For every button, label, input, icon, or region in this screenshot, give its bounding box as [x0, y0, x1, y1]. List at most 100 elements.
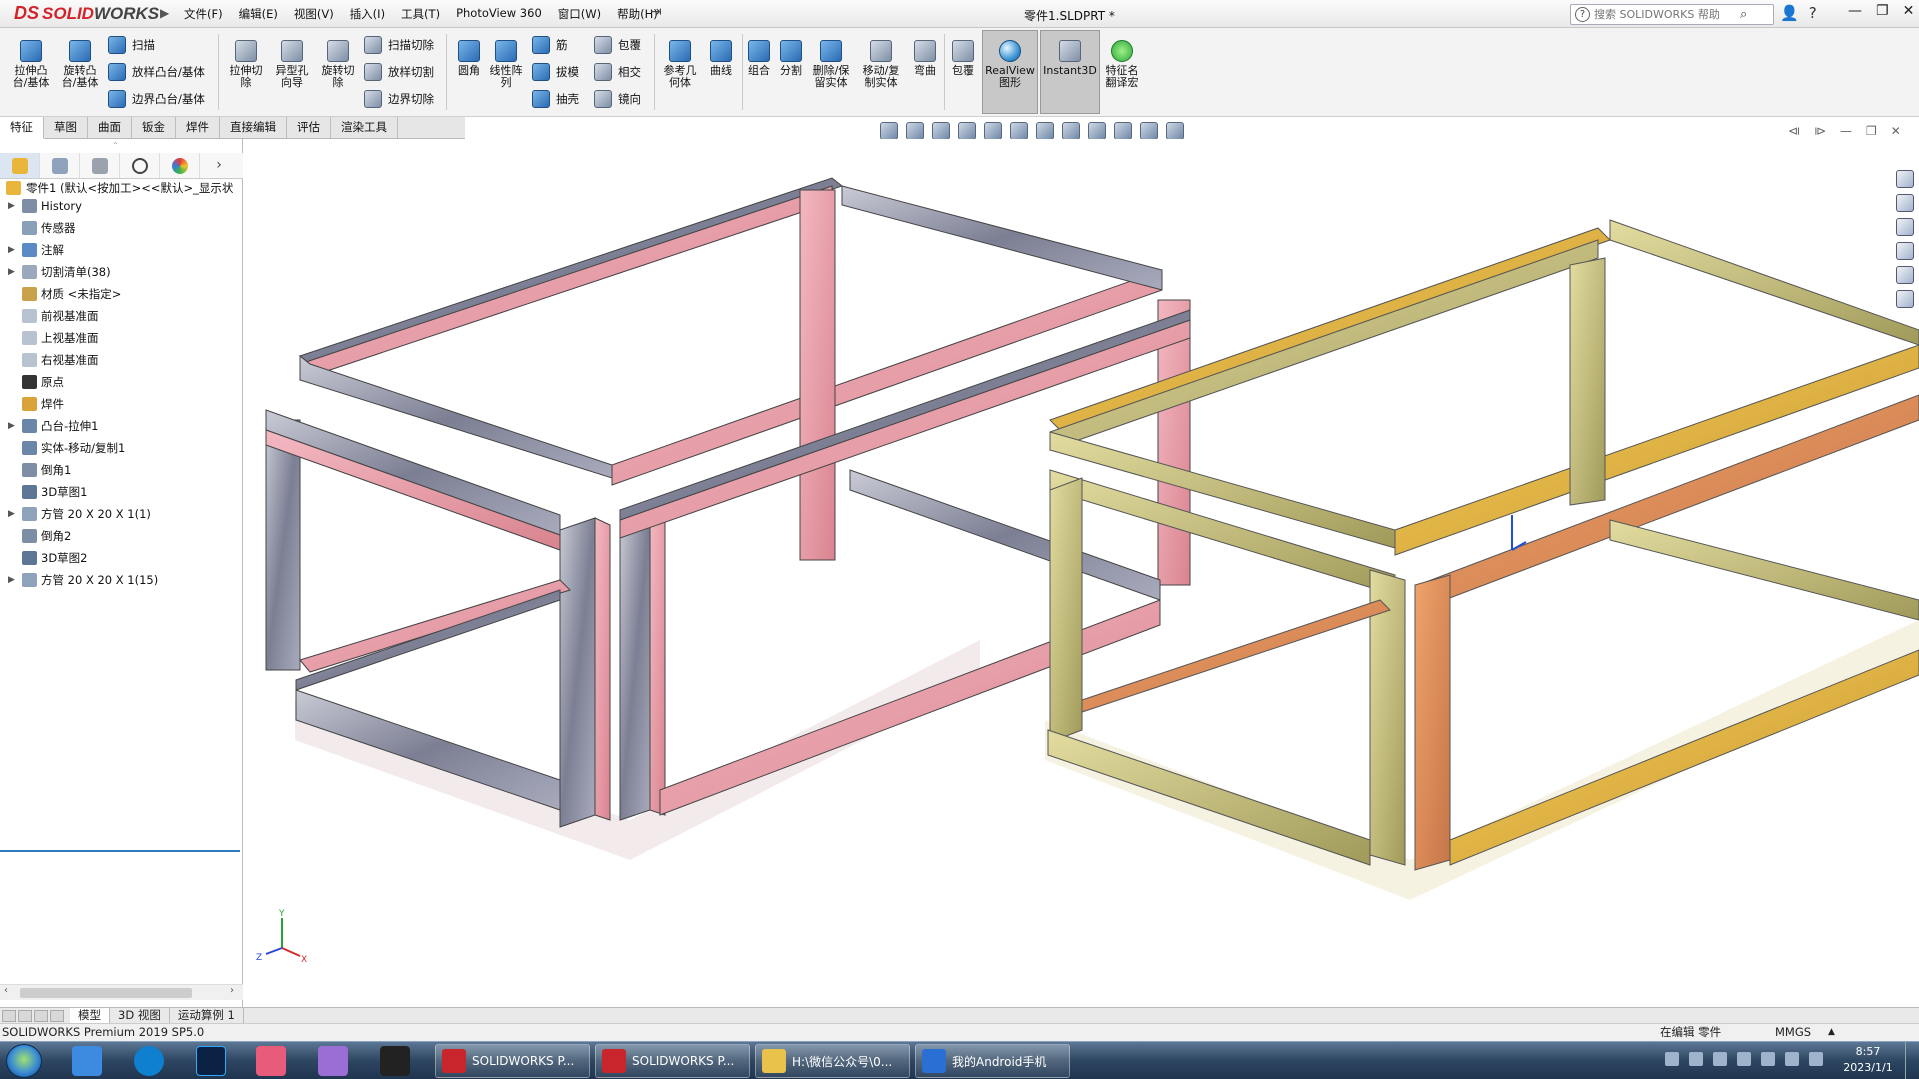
- display-style-icon[interactable]: [1036, 122, 1054, 140]
- loft-cut-button[interactable]: 放样切割: [364, 63, 434, 81]
- move-copy-body-button[interactable]: 移动/复 制实体: [858, 40, 904, 89]
- hide-show-items-icon[interactable]: [1062, 122, 1080, 140]
- tree-item-chamfer2[interactable]: 倒角2: [0, 525, 243, 547]
- collapse-right-icon[interactable]: ⧐: [1814, 124, 1826, 138]
- extrude-cut-button[interactable]: 拉伸切 除: [224, 40, 268, 89]
- tree-item-front-plane[interactable]: 前视基准面: [0, 305, 243, 327]
- tab-property-manager[interactable]: [40, 153, 80, 178]
- recorder-icon[interactable]: [380, 1046, 410, 1076]
- expand-arrow-icon[interactable]: ▶: [8, 415, 15, 437]
- collapse-left-icon[interactable]: ⧏: [1788, 124, 1800, 138]
- mirror-button[interactable]: 镜向: [594, 90, 641, 108]
- viewport-minimize-icon[interactable]: —: [1840, 124, 1852, 138]
- tab-surfaces[interactable]: 曲面: [88, 117, 132, 139]
- menu-file[interactable]: 文件(F): [176, 6, 231, 22]
- tree-item-boss-extrude1[interactable]: ▶ 凸台-拉伸1: [0, 415, 243, 437]
- revolve-boss-button[interactable]: 旋转凸 台/基体: [57, 40, 103, 89]
- restore-icon[interactable]: ❐: [1876, 3, 1889, 19]
- more-tabs-icon[interactable]: ›: [200, 153, 238, 178]
- design-library-icon[interactable]: [1896, 218, 1914, 236]
- flex-button[interactable]: 弯曲: [910, 40, 940, 77]
- tree-item-square-tube-15[interactable]: ▶ 方管 20 X 20 X 1(15): [0, 569, 243, 591]
- unit-system[interactable]: MMGS: [1775, 1024, 1811, 1041]
- graphics-area[interactable]: Y X Z: [244, 139, 1919, 1007]
- split-button[interactable]: 分割: [776, 40, 806, 77]
- show-desktop-button[interactable]: [1905, 1042, 1919, 1079]
- unit-chevron-icon[interactable]: ▲: [1828, 1024, 1835, 1041]
- close-icon[interactable]: ✕: [1903, 3, 1915, 19]
- tree-item-top-plane[interactable]: 上视基准面: [0, 327, 243, 349]
- previous-view-icon[interactable]: [932, 122, 950, 140]
- expand-arrow-icon[interactable]: ▶: [8, 195, 15, 217]
- scroll-thumb[interactable]: [20, 988, 192, 998]
- tab-render-tools[interactable]: 渲染工具: [331, 117, 398, 139]
- tree-item-3d-sketch2[interactable]: 3D草图2: [0, 547, 243, 569]
- monitor-icon[interactable]: [1166, 122, 1184, 140]
- tab-dimxpert[interactable]: [120, 153, 160, 178]
- expand-arrow-icon[interactable]: ▶: [8, 261, 15, 283]
- scroll-left-icon[interactable]: ‹: [4, 985, 8, 996]
- apply-scene-icon[interactable]: [1114, 122, 1132, 140]
- menu-tools[interactable]: 工具(T): [393, 6, 448, 22]
- rollback-bar[interactable]: [0, 850, 240, 852]
- next-tab-icon[interactable]: [34, 1009, 48, 1022]
- reference-geometry-button[interactable]: 参考几 何体: [660, 40, 700, 89]
- custom-properties-icon[interactable]: [1896, 290, 1914, 308]
- prev-tab-icon[interactable]: [18, 1009, 32, 1022]
- wrap-button[interactable]: 包覆: [594, 36, 641, 54]
- taskbar-android[interactable]: 我的Android手机: [915, 1044, 1070, 1078]
- tab-3d-views[interactable]: 3D 视图: [110, 1008, 170, 1023]
- menu-view[interactable]: 视图(V): [286, 6, 342, 22]
- zoom-to-fit-icon[interactable]: [880, 122, 898, 140]
- view-orientation-icon[interactable]: [1010, 122, 1028, 140]
- tree-item-history[interactable]: ▶ History: [0, 195, 243, 217]
- pin-icon[interactable]: ⇥: [650, 4, 662, 20]
- qq-icon[interactable]: [1761, 1052, 1775, 1066]
- zoom-area-icon[interactable]: [906, 122, 924, 140]
- tab-configuration-manager[interactable]: [80, 153, 120, 178]
- linear-pattern-button[interactable]: 线性阵 列: [488, 40, 524, 89]
- viewport-close-icon[interactable]: ✕: [1891, 124, 1901, 138]
- menu-window[interactable]: 窗口(W): [550, 6, 609, 22]
- first-tab-icon[interactable]: [2, 1009, 16, 1022]
- taskbar-solidworks-1[interactable]: SOLIDWORKS P...: [435, 1044, 590, 1078]
- sweep-cut-button[interactable]: 扫描切除: [364, 36, 434, 54]
- tab-sheet-metal[interactable]: 钣金: [132, 117, 176, 139]
- keyboard-icon[interactable]: [1665, 1052, 1679, 1066]
- tab-display-manager[interactable]: [160, 153, 200, 178]
- edge-icon[interactable]: [134, 1046, 164, 1076]
- tree-item-origin[interactable]: 原点: [0, 371, 243, 393]
- tray-expand-icon[interactable]: [1689, 1052, 1703, 1066]
- tree-item-cut-list[interactable]: ▶ 切割清单(38): [0, 261, 243, 283]
- expand-arrow-icon[interactable]: ▶: [8, 503, 15, 525]
- intersect-button[interactable]: 相交: [594, 63, 641, 81]
- wrap2-button[interactable]: 包覆: [948, 40, 978, 77]
- tree-item-right-plane[interactable]: 右视基准面: [0, 349, 243, 371]
- expand-arrow-icon[interactable]: ▶: [8, 239, 15, 261]
- realview-button[interactable]: RealView 图形: [984, 40, 1036, 89]
- browser-icon[interactable]: [72, 1046, 102, 1076]
- shell-button[interactable]: 抽壳: [532, 90, 579, 108]
- taskbar-explorer[interactable]: H:\微信公众号\0...: [755, 1044, 910, 1078]
- clock[interactable]: 8:57 2023/1/1: [1838, 1044, 1898, 1076]
- tree-item-material[interactable]: 材质 <未指定>: [0, 283, 243, 305]
- chevron-right-icon[interactable]: ▶: [160, 6, 174, 20]
- boundary-boss-button[interactable]: 边界凸台/基体: [108, 90, 205, 108]
- rib-button[interactable]: 筋: [532, 36, 568, 54]
- scroll-right-icon[interactable]: ›: [230, 985, 234, 996]
- combine-button[interactable]: 组合: [744, 40, 774, 77]
- tab-motion-study[interactable]: 运动算例 1: [170, 1008, 244, 1023]
- tab-direct-editing[interactable]: 直接编辑: [220, 117, 287, 139]
- resources-icon[interactable]: [1896, 194, 1914, 212]
- home-icon[interactable]: [1896, 170, 1914, 188]
- start-button[interactable]: [6, 1044, 42, 1078]
- delete-keep-body-button[interactable]: 删除/保 留实体: [808, 40, 854, 89]
- tab-sketch[interactable]: 草图: [44, 117, 88, 139]
- power-icon[interactable]: [1809, 1052, 1823, 1066]
- help-icon[interactable]: ?: [1809, 4, 1817, 22]
- file-explorer-icon[interactable]: [1896, 242, 1914, 260]
- curves-button[interactable]: 曲线: [704, 40, 738, 77]
- user-icon[interactable]: 👤: [1780, 4, 1799, 22]
- dynamic-annotation-icon[interactable]: [984, 122, 1002, 140]
- app-tray-icon[interactable]: [1713, 1052, 1727, 1066]
